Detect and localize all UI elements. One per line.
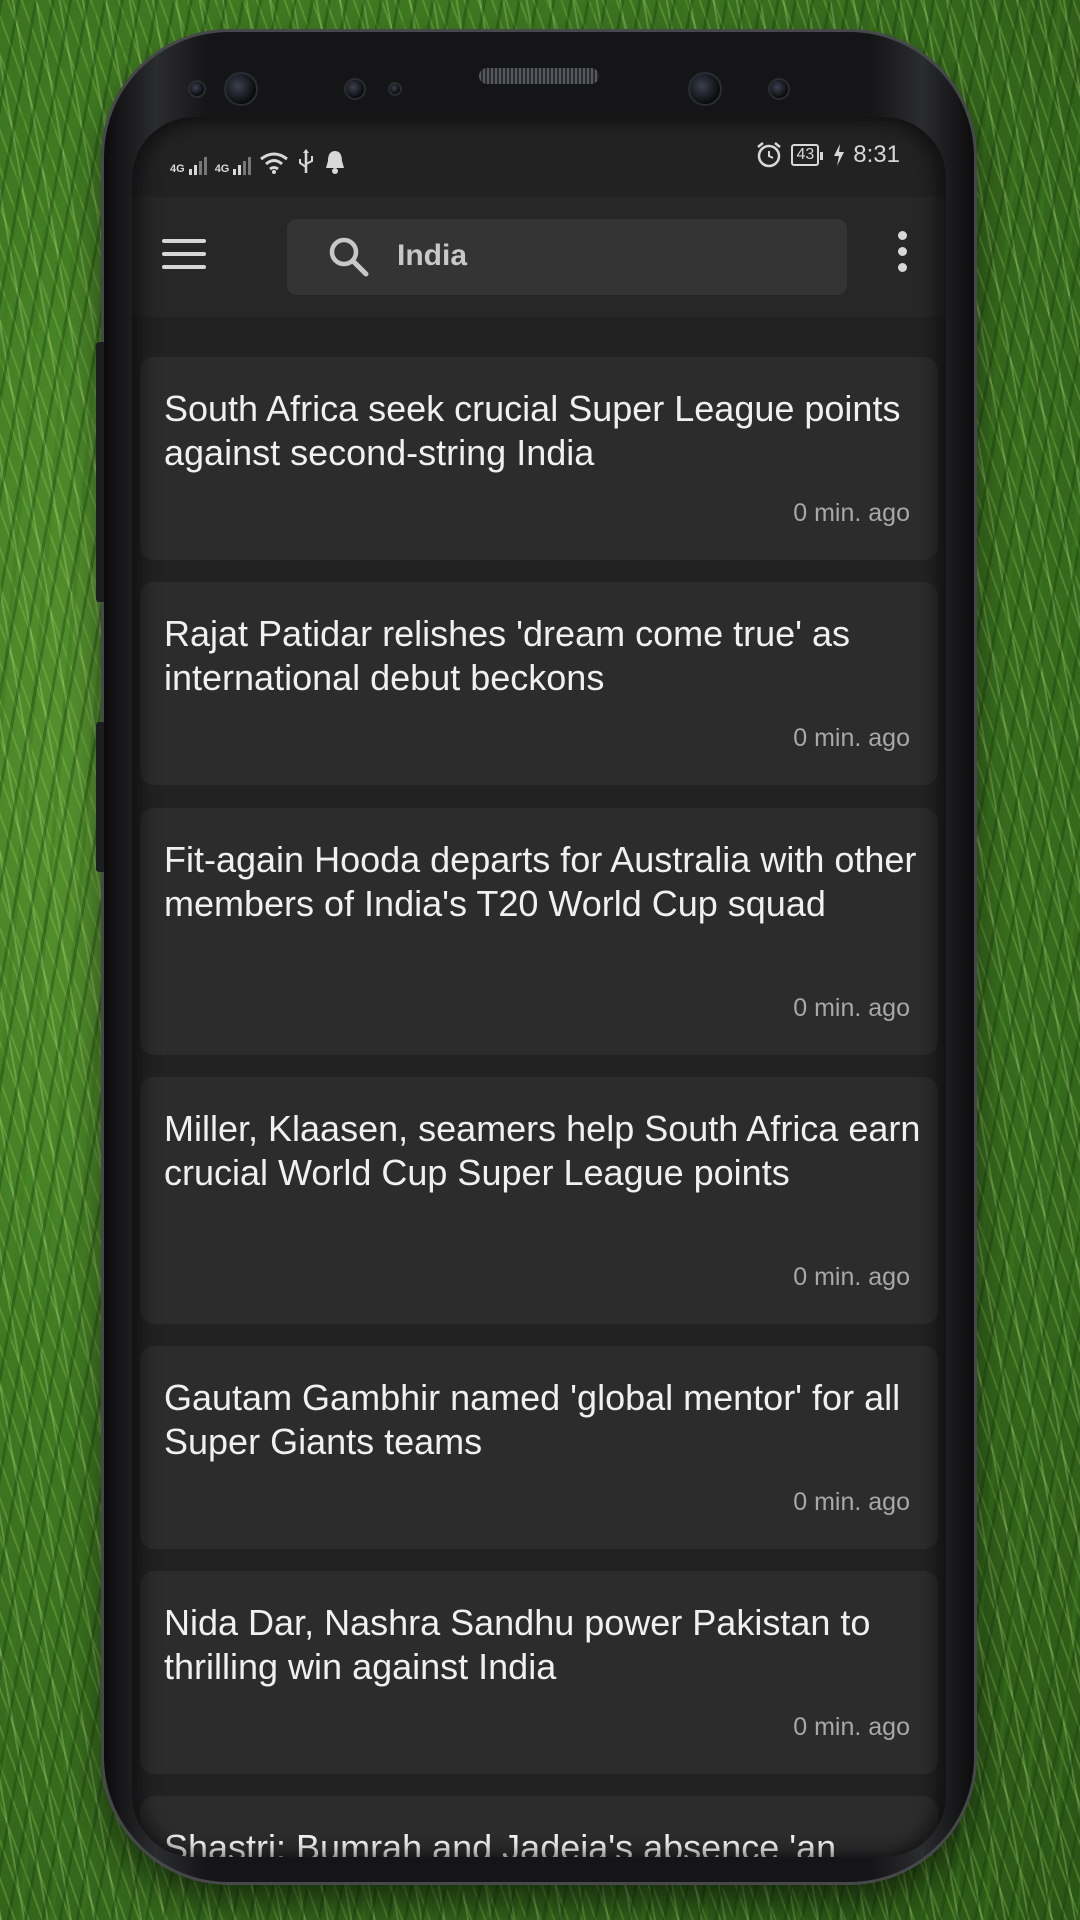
news-card[interactable]: Miller, Klaasen, seamers help South Afri… xyxy=(140,1077,938,1324)
status-bar: 4G 4G 43 8:31 xyxy=(132,117,946,197)
bixby-button xyxy=(96,722,104,872)
overflow-menu-icon[interactable] xyxy=(896,231,908,273)
news-card-title: Nida Dar, Nashra Sandhu power Pakistan t… xyxy=(164,1602,871,1687)
status-right-icons: 43 8:31 xyxy=(755,141,900,169)
earpiece-speaker xyxy=(479,68,599,84)
wifi-icon xyxy=(260,152,289,174)
news-card-time: 0 min. ago xyxy=(793,1263,910,1291)
search-query: India xyxy=(397,239,468,272)
phone-screen: 4G 4G 43 8:31 India South Africa seek cr… xyxy=(132,117,946,1857)
news-card-time: 0 min. ago xyxy=(793,1713,910,1741)
iris-scanner-icon xyxy=(224,72,258,106)
bell-icon xyxy=(326,151,345,174)
news-card[interactable]: Fit-again Hooda departs for Australia wi… xyxy=(140,808,938,1055)
news-card[interactable]: South Africa seek crucial Super League p… xyxy=(140,357,938,560)
news-card-title: Fit-again Hooda departs for Australia wi… xyxy=(164,839,917,924)
iris-led-icon xyxy=(768,78,790,100)
news-card-title: Miller, Klaasen, seamers help South Afri… xyxy=(164,1108,921,1193)
signal-bars-1-icon xyxy=(188,155,207,175)
news-card[interactable]: Gautam Gambhir named 'global mentor' for… xyxy=(140,1346,938,1549)
news-card-title: South Africa seek crucial Super League p… xyxy=(164,388,901,473)
news-card[interactable]: Shastri: Bumrah and Jadeja's absence 'an xyxy=(140,1796,938,1857)
news-card-time: 0 min. ago xyxy=(793,1488,910,1516)
charging-icon xyxy=(834,144,845,166)
sensor-icon xyxy=(188,80,206,98)
phone-frame: 4G 4G 43 8:31 India South Africa seek cr… xyxy=(96,32,974,1882)
news-card-time: 0 min. ago xyxy=(793,499,910,527)
light-sensor-icon xyxy=(388,82,402,96)
signal-bars-2-icon xyxy=(233,155,252,175)
status-time: 8:31 xyxy=(853,141,900,168)
usb-icon xyxy=(299,149,314,173)
news-card-title: Gautam Gambhir named 'global mentor' for… xyxy=(164,1377,901,1462)
news-card[interactable]: Nida Dar, Nashra Sandhu power Pakistan t… xyxy=(140,1571,938,1774)
news-card[interactable]: Rajat Patidar relishes 'dream come true'… xyxy=(140,582,938,785)
alarm-icon xyxy=(757,142,782,168)
status-left-icons: 4G 4G xyxy=(170,149,347,175)
search-icon xyxy=(329,237,369,277)
proximity-sensor-icon xyxy=(344,78,366,100)
app-bar: India xyxy=(132,197,946,317)
news-card-time: 0 min. ago xyxy=(793,994,910,1022)
volume-button xyxy=(96,342,104,602)
news-card-time: 0 min. ago xyxy=(793,724,910,752)
battery-level: 43 xyxy=(791,144,824,166)
search-input[interactable]: India xyxy=(287,219,847,295)
network-type-2: 4G xyxy=(214,163,230,175)
news-card-title: Rajat Patidar relishes 'dream come true'… xyxy=(164,613,851,698)
front-camera-icon xyxy=(688,72,722,106)
news-card-title: Shastri: Bumrah and Jadeja's absence 'an xyxy=(164,1827,837,1857)
network-type-1: 4G xyxy=(170,163,185,175)
hamburger-menu-icon[interactable] xyxy=(162,239,206,269)
